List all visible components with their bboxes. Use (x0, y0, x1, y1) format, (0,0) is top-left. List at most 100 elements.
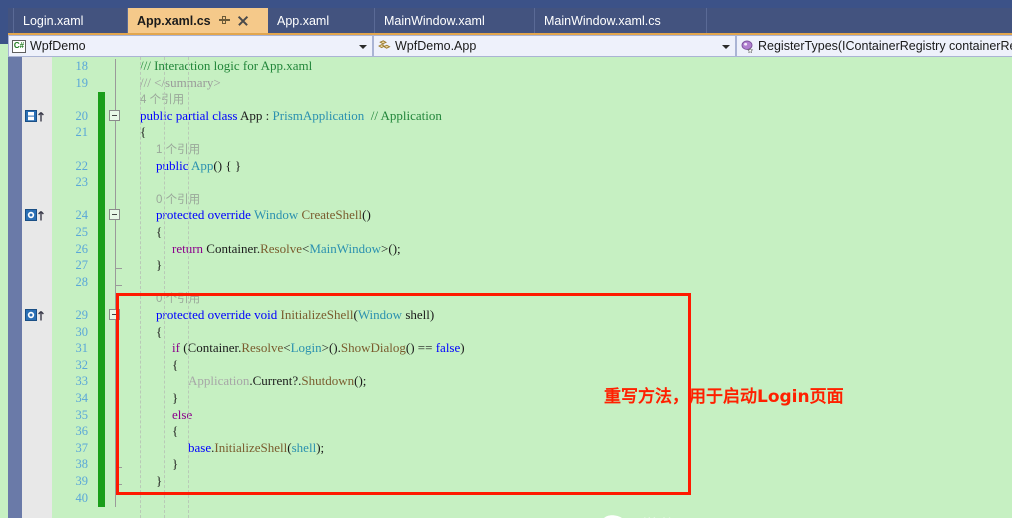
code-token: public partial class (140, 107, 241, 123)
collapse-toggle-20[interactable] (109, 109, 120, 121)
code-editor[interactable]: 18 19 20 21 22 23 24 25 26 27 28 29 30 31 32 33 34 35 36 37… (8, 57, 1012, 518)
code-line[interactable]: protected override void InitializeShell(… (156, 308, 434, 321)
code-line[interactable]: } (156, 258, 162, 271)
line-number: 27 (75, 258, 89, 273)
codelens-reference-row[interactable]: 4 个引用 (140, 92, 184, 107)
document-tab-bar: Login.xaml App.xaml.cs App.xaml MainWindow.… (8, 8, 1012, 33)
watermark-text: 微信号: art_of_code (641, 513, 811, 518)
code-line[interactable]: public partial class App : PrismApplicat… (140, 109, 442, 122)
code-token: Application (188, 373, 250, 389)
code-token: else (172, 406, 193, 422)
line-number: 37 (75, 440, 89, 455)
editor-vertical-scroll-rail[interactable] (8, 57, 22, 518)
editor-navigation-bar: C# WpfDemo WpfDemo.App RegisterTypes(ICo… (8, 35, 1012, 57)
code-token: { (172, 423, 179, 439)
pin-icon[interactable] (218, 15, 230, 26)
code-line[interactable]: { (172, 358, 178, 371)
class-icon (377, 39, 392, 53)
code-token: Window (357, 307, 406, 322)
codelens-class-icon[interactable] (25, 109, 47, 123)
code-line[interactable]: } (172, 391, 178, 404)
codelens-method-icon[interactable] (25, 209, 47, 222)
codelens-method-icon[interactable] (25, 309, 47, 322)
code-token: shell) (405, 307, 435, 322)
code-token: { (156, 323, 163, 339)
code-token: >(); (381, 240, 401, 256)
code-token: () (362, 207, 371, 223)
line-number: 29 (75, 308, 89, 322)
line-number: 39 (75, 474, 89, 488)
code-token: /// Interaction logic for App.xaml (140, 58, 313, 73)
collapse-toggle-29[interactable] (109, 309, 120, 320)
code-token: } (172, 390, 179, 405)
code-token: (); (354, 373, 367, 389)
document-tab-app-xaml-cs[interactable]: App.xaml.cs (128, 8, 268, 33)
code-line[interactable]: /// </summary> (140, 76, 221, 89)
code-line[interactable]: } (156, 474, 162, 487)
code-text-area[interactable]: /// Interaction logic for App.xaml /// </… (124, 57, 1012, 518)
code-line[interactable]: } (172, 457, 178, 470)
csharp-project-icon: C# (12, 39, 26, 53)
line-number: 30 (75, 324, 89, 339)
codelens-reference-row[interactable]: 0 个引用 (156, 291, 200, 306)
project-dropdown-value: WpfDemo (30, 39, 86, 53)
codelens-reference-row[interactable]: 1 个引用 (156, 142, 200, 157)
code-line[interactable]: else (172, 408, 192, 421)
line-number: 35 (75, 407, 89, 422)
code-token: Current (252, 373, 293, 389)
code-token: >() (321, 340, 338, 356)
close-icon[interactable] (237, 15, 248, 26)
outlining-guide-line (115, 59, 116, 508)
code-token: Container (206, 240, 257, 256)
codelens-reference-count[interactable]: 0 个引用 (156, 293, 200, 305)
code-line[interactable]: { (156, 325, 162, 338)
outlining-end-tick (115, 484, 122, 485)
code-line[interactable]: public App() { } (156, 159, 241, 172)
wechat-icon (600, 513, 634, 518)
line-number: 38 (75, 457, 89, 472)
codelens-reference-count[interactable]: 0 个引用 (156, 194, 200, 206)
line-number: 32 (75, 357, 89, 372)
codelens-reference-row[interactable]: 0 个引用 (156, 192, 200, 207)
editor-glyph-margin[interactable] (22, 57, 52, 518)
code-line[interactable]: Application.Current?.Shutdown(); (188, 374, 366, 387)
outlining-margin[interactable] (108, 57, 124, 518)
line-number: 36 (75, 424, 89, 439)
line-number: 19 (75, 75, 89, 90)
code-token: protected override void (156, 307, 281, 322)
codelens-reference-count[interactable]: 1 个引用 (156, 144, 200, 156)
line-number: 24 (75, 208, 89, 223)
type-dropdown[interactable]: WpfDemo.App (373, 35, 736, 57)
code-token: : (265, 107, 273, 123)
document-tab-mainwindow-xaml[interactable]: MainWindow.xaml (375, 8, 535, 33)
collapse-toggle-24[interactable] (109, 209, 120, 221)
line-number: 40 (75, 490, 89, 505)
code-line[interactable]: { (172, 424, 178, 437)
document-tab-mainwindow-xaml-cs[interactable]: MainWindow.xaml.cs (535, 8, 707, 33)
code-line[interactable]: /// Interaction logic for App.xaml (140, 59, 312, 72)
document-tab-app-xaml[interactable]: App.xaml (268, 8, 375, 33)
code-line[interactable]: if (Container.Resolve<Login>().ShowDialo… (172, 341, 465, 354)
code-token: /// </summary> (140, 74, 221, 90)
outlining-end-tick (115, 467, 122, 469)
document-tab-label: Login.xaml (23, 13, 84, 28)
codelens-reference-count[interactable]: 4 个引用 (140, 94, 184, 106)
indent-guide (140, 57, 141, 518)
code-token: } (156, 473, 163, 488)
member-dropdown[interactable]: RegisterTypes(IContainerRegistry contain… (736, 35, 1012, 57)
document-tab-label: MainWindow.xaml (384, 13, 485, 28)
code-line[interactable]: base.InitializeShell(shell); (188, 441, 324, 454)
code-token: Container (187, 340, 239, 356)
code-token: base (188, 439, 212, 455)
code-token: App (191, 157, 214, 173)
code-line[interactable]: return Container.Resolve<MainWindow>(); (172, 242, 401, 255)
outlining-end-tick (115, 268, 122, 270)
line-number: 34 (75, 391, 89, 405)
member-dropdown-value: RegisterTypes(IContainerRegistry contain… (758, 39, 1012, 53)
code-token: Resolve (260, 240, 302, 256)
annotation-note: 重写方法，用于启动Login页面 (604, 387, 844, 407)
code-token: MainWindow (309, 240, 382, 256)
project-dropdown[interactable]: C# WpfDemo (8, 35, 373, 57)
document-tab-login-xaml[interactable]: Login.xaml (13, 8, 128, 33)
code-line[interactable]: { (156, 225, 162, 238)
